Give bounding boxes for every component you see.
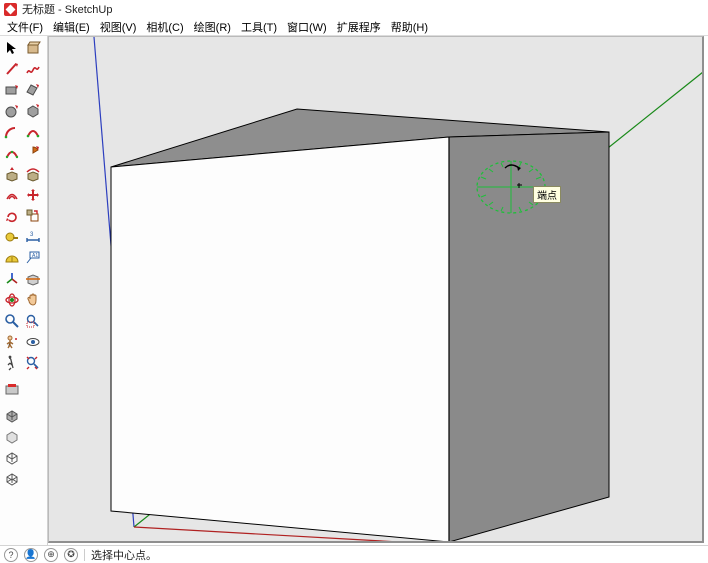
style-hidden-line-tool[interactable] bbox=[2, 447, 22, 467]
rectangle-tool[interactable] bbox=[2, 80, 22, 100]
menu-bar[interactable]: 文件(F) 编辑(E) 视图(V) 相机(C) 绘图(R) 工具(T) 窗口(W… bbox=[0, 18, 708, 36]
menu-draw[interactable]: 绘图(R) bbox=[189, 19, 236, 35]
text-tool[interactable]: A1 bbox=[23, 248, 43, 268]
line-tool[interactable] bbox=[2, 59, 22, 79]
status-user-icon[interactable]: 👤 bbox=[24, 548, 38, 562]
dimension-tool[interactable]: 3 bbox=[23, 227, 43, 247]
svg-text:3: 3 bbox=[30, 232, 34, 238]
pan-tool[interactable] bbox=[23, 290, 43, 310]
arc-2point-tool[interactable] bbox=[23, 122, 43, 142]
viewport-3d[interactable]: 端点 bbox=[48, 36, 704, 543]
axes-tool[interactable] bbox=[2, 269, 22, 289]
status-hint: 选择中心点。 bbox=[91, 547, 157, 563]
arc-3point-tool[interactable] bbox=[2, 143, 22, 163]
menu-help[interactable]: 帮助(H) bbox=[386, 19, 433, 35]
move-tool[interactable] bbox=[23, 185, 43, 205]
window-title: 无标题 - SketchUp bbox=[22, 1, 112, 17]
menu-extensions[interactable]: 扩展程序 bbox=[332, 19, 386, 35]
status-credits-icon[interactable]: ✪ bbox=[64, 548, 78, 562]
zoom-window-tool[interactable] bbox=[23, 311, 43, 331]
look-around-tool[interactable] bbox=[23, 332, 43, 352]
circle-tool[interactable] bbox=[2, 101, 22, 121]
freehand-tool[interactable] bbox=[23, 59, 43, 79]
rotated-rectangle-tool[interactable] bbox=[23, 80, 43, 100]
title-bar: 无标题 - SketchUp bbox=[0, 0, 708, 18]
section-plane-tool[interactable] bbox=[23, 269, 43, 289]
pushpull-tool[interactable] bbox=[2, 164, 22, 184]
menu-window[interactable]: 窗口(W) bbox=[282, 19, 332, 35]
snap-tooltip: 端点 bbox=[533, 186, 561, 203]
pie-tool[interactable] bbox=[23, 143, 43, 163]
menu-file[interactable]: 文件(F) bbox=[2, 19, 48, 35]
zoom-extents-tool[interactable] bbox=[23, 353, 43, 373]
scale-tool[interactable] bbox=[23, 206, 43, 226]
menu-camera[interactable]: 相机(C) bbox=[141, 19, 188, 35]
status-bar: ? 👤 ⊕ ✪ 选择中心点。 bbox=[0, 545, 708, 563]
style-shaded-tool[interactable] bbox=[2, 426, 22, 446]
app-icon bbox=[4, 3, 17, 16]
rotate-tool[interactable] bbox=[2, 206, 22, 226]
polygon-tool[interactable] bbox=[23, 101, 43, 121]
protractor-tool[interactable] bbox=[2, 248, 22, 268]
cube-right bbox=[449, 132, 609, 542]
scene-svg bbox=[49, 37, 703, 542]
toolbar-panel: 3 A1 bbox=[0, 36, 48, 545]
zoom-tool[interactable] bbox=[2, 311, 22, 331]
cube-front bbox=[111, 137, 449, 542]
status-help-icon[interactable]: ? bbox=[4, 548, 18, 562]
extension-manager-tool[interactable] bbox=[2, 379, 22, 399]
menu-tools[interactable]: 工具(T) bbox=[236, 19, 282, 35]
style-shaded-textures-tool[interactable] bbox=[2, 405, 22, 425]
offset-tool[interactable] bbox=[2, 185, 22, 205]
menu-edit[interactable]: 编辑(E) bbox=[48, 19, 95, 35]
tape-tool[interactable] bbox=[2, 227, 22, 247]
orbit-tool[interactable] bbox=[2, 290, 22, 310]
status-geolocation-icon[interactable]: ⊕ bbox=[44, 548, 58, 562]
svg-text:A1: A1 bbox=[32, 253, 38, 259]
select-tool[interactable] bbox=[2, 38, 22, 58]
make-component-tool[interactable] bbox=[23, 38, 43, 58]
position-camera-tool[interactable] bbox=[2, 332, 22, 352]
followme-tool[interactable] bbox=[23, 164, 43, 184]
arc-tool[interactable] bbox=[2, 122, 22, 142]
walk-tool[interactable] bbox=[2, 353, 22, 373]
menu-view[interactable]: 视图(V) bbox=[95, 19, 142, 35]
style-wireframe-tool[interactable] bbox=[2, 468, 22, 488]
